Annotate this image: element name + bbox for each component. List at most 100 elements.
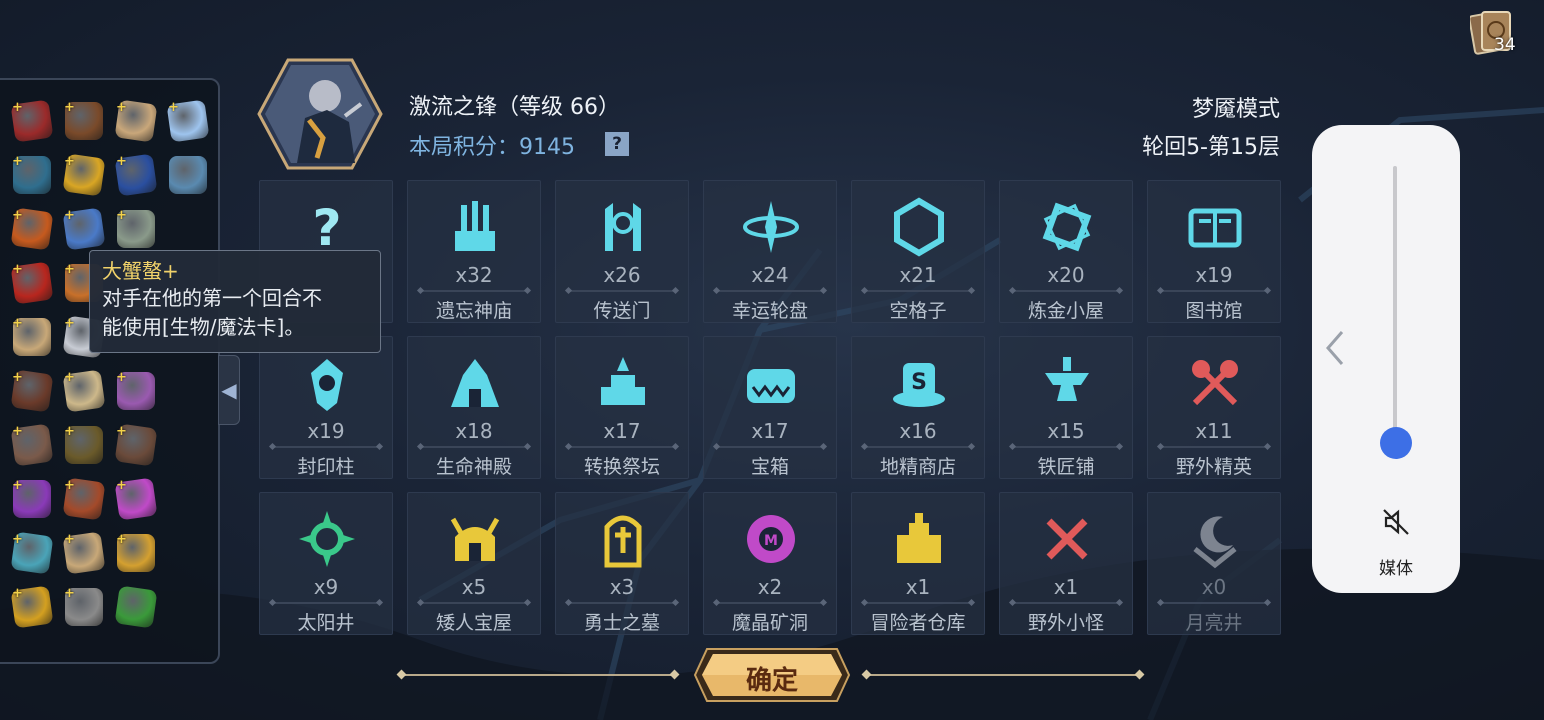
inventory-slot[interactable]: +: [110, 202, 162, 256]
inventory-slot[interactable]: +: [58, 472, 110, 526]
room-count: x26: [603, 263, 641, 287]
room-divider: [1012, 290, 1120, 292]
inventory-slot[interactable]: +: [110, 364, 162, 418]
inventory-slot[interactable]: +: [6, 94, 58, 148]
inventory-slot[interactable]: +: [58, 94, 110, 148]
tooltip-description-line-1: 对手在他的第一个回合不: [102, 286, 322, 310]
inventory-slot[interactable]: +: [58, 580, 110, 634]
room-divider: [716, 446, 824, 448]
inventory-slot[interactable]: +: [110, 148, 162, 202]
inventory-slot[interactable]: +: [58, 202, 110, 256]
inventory-slot[interactable]: +: [6, 310, 58, 364]
chevron-left-icon[interactable]: [1322, 328, 1348, 368]
room-card[interactable]: x3 勇士之墓: [555, 492, 689, 635]
room-count: x19: [1195, 263, 1233, 287]
room-divider: [1160, 446, 1268, 448]
question-icon: ?: [312, 199, 341, 257]
inventory-slot[interactable]: +: [58, 526, 110, 580]
warehouse-icon: [897, 513, 941, 563]
volume-slider-track[interactable]: [1393, 166, 1397, 458]
upgrade-plus-icon: +: [116, 208, 127, 223]
elite-axes-icon: [1192, 360, 1238, 406]
room-card[interactable]: x11 野外精英: [1147, 336, 1281, 479]
collapse-inventory-button[interactable]: ◀: [218, 355, 240, 425]
room-name: 魔晶矿洞: [731, 612, 808, 634]
upgrade-plus-icon: +: [64, 370, 75, 385]
inventory-slot[interactable]: +: [6, 418, 58, 472]
room-divider: [272, 602, 380, 604]
room-divider: [716, 290, 824, 292]
room-card[interactable]: x9 太阳井: [259, 492, 393, 635]
inventory-slot[interactable]: +: [6, 580, 58, 634]
upgrade-plus-icon: +: [64, 208, 75, 223]
inventory-slot[interactable]: +: [110, 418, 162, 472]
inventory-slot[interactable]: +: [6, 148, 58, 202]
upgrade-plus-icon: +: [116, 478, 127, 493]
confirm-button-label[interactable]: 确定: [693, 660, 851, 697]
room-card[interactable]: x17 宝箱: [703, 336, 837, 479]
room-count: x1: [905, 575, 931, 599]
room-card[interactable]: Sx16 地精商店: [851, 336, 985, 479]
inventory-slot[interactable]: +: [6, 202, 58, 256]
upgrade-plus-icon: +: [12, 586, 23, 601]
room-card[interactable]: x0 月亮井: [1147, 492, 1281, 635]
room-card[interactable]: x32 遗忘神庙: [407, 180, 541, 323]
room-count: x21: [899, 263, 937, 287]
upgrade-plus-icon: +: [12, 424, 23, 439]
upgrade-plus-icon: +: [116, 532, 127, 547]
room-name: 月亮井: [1185, 612, 1243, 634]
altar-icon: [601, 357, 645, 405]
upgrade-plus-icon: +: [168, 100, 179, 115]
treasure-chest-icon: [169, 156, 207, 194]
inventory-slot[interactable]: +: [162, 94, 214, 148]
chevron-left-icon: ◀: [221, 378, 237, 402]
room-count: x19: [307, 419, 345, 443]
room-card[interactable]: x15 铁匠铺: [999, 336, 1133, 479]
svg-text:?: ?: [312, 199, 341, 257]
room-name: 空格子: [889, 300, 947, 322]
room-card[interactable]: x5 矮人宝屋: [407, 492, 541, 635]
room-card[interactable]: x1 野外小怪: [999, 492, 1133, 635]
inventory-slot[interactable]: +: [6, 472, 58, 526]
wheel-icon: [743, 201, 799, 253]
room-card[interactable]: x18 生命神殿: [407, 336, 541, 479]
room-divider: [420, 290, 528, 292]
inventory-slot[interactable]: +: [58, 418, 110, 472]
upgrade-plus-icon: +: [64, 316, 75, 331]
anvil-icon: [1045, 357, 1089, 401]
room-card[interactable]: x1 冒险者仓库: [851, 492, 985, 635]
svg-text:M: M: [764, 533, 778, 549]
tooltip-title: 大蟹螯+: [102, 259, 179, 283]
inventory-slot[interactable]: [110, 580, 162, 634]
inventory-slot[interactable]: +: [58, 364, 110, 418]
inventory-slot[interactable]: +: [110, 526, 162, 580]
inventory-slot[interactable]: +: [110, 94, 162, 148]
score-label: 本局积分：9145: [409, 135, 575, 160]
room-card[interactable]: x26 传送门: [555, 180, 689, 323]
inventory-slot[interactable]: +: [110, 472, 162, 526]
help-button[interactable]: ?: [605, 132, 629, 156]
upgrade-plus-icon: +: [116, 370, 127, 385]
inventory-slot[interactable]: +: [6, 526, 58, 580]
upgrade-plus-icon: +: [12, 208, 23, 223]
room-grid: ? x32 遗忘神庙 x26 传送门 x24 幸运轮盘 x21 空格子 x20 炼金小屋 x19 图书馆…: [259, 180, 1281, 635]
room-divider: [1160, 602, 1268, 604]
inventory-slot[interactable]: +: [6, 256, 58, 310]
room-card[interactable]: Mx2 魔晶矿洞: [703, 492, 837, 635]
inventory-slot[interactable]: [162, 148, 214, 202]
room-card[interactable]: x19 图书馆: [1147, 180, 1281, 323]
inventory-panel: + + + + + + + + + + + + + + + + + + + + + + + + + + + +: [0, 78, 220, 664]
room-card[interactable]: x17 转换祭坛: [555, 336, 689, 479]
upgrade-plus-icon: +: [12, 478, 23, 493]
inventory-slot[interactable]: +: [58, 148, 110, 202]
room-card[interactable]: x19 封印柱: [259, 336, 393, 479]
room-card[interactable]: x24 幸运轮盘: [703, 180, 837, 323]
inventory-slot[interactable]: +: [6, 364, 58, 418]
decorative-line-right: [866, 674, 1140, 676]
room-card[interactable]: x20 炼金小屋: [999, 180, 1133, 323]
room-count: x2: [757, 575, 783, 599]
mute-speaker-icon[interactable]: [1380, 506, 1412, 538]
room-divider: [568, 602, 676, 604]
room-card[interactable]: x21 空格子: [851, 180, 985, 323]
floor-indicator: 轮回5-第15层: [1142, 135, 1280, 160]
